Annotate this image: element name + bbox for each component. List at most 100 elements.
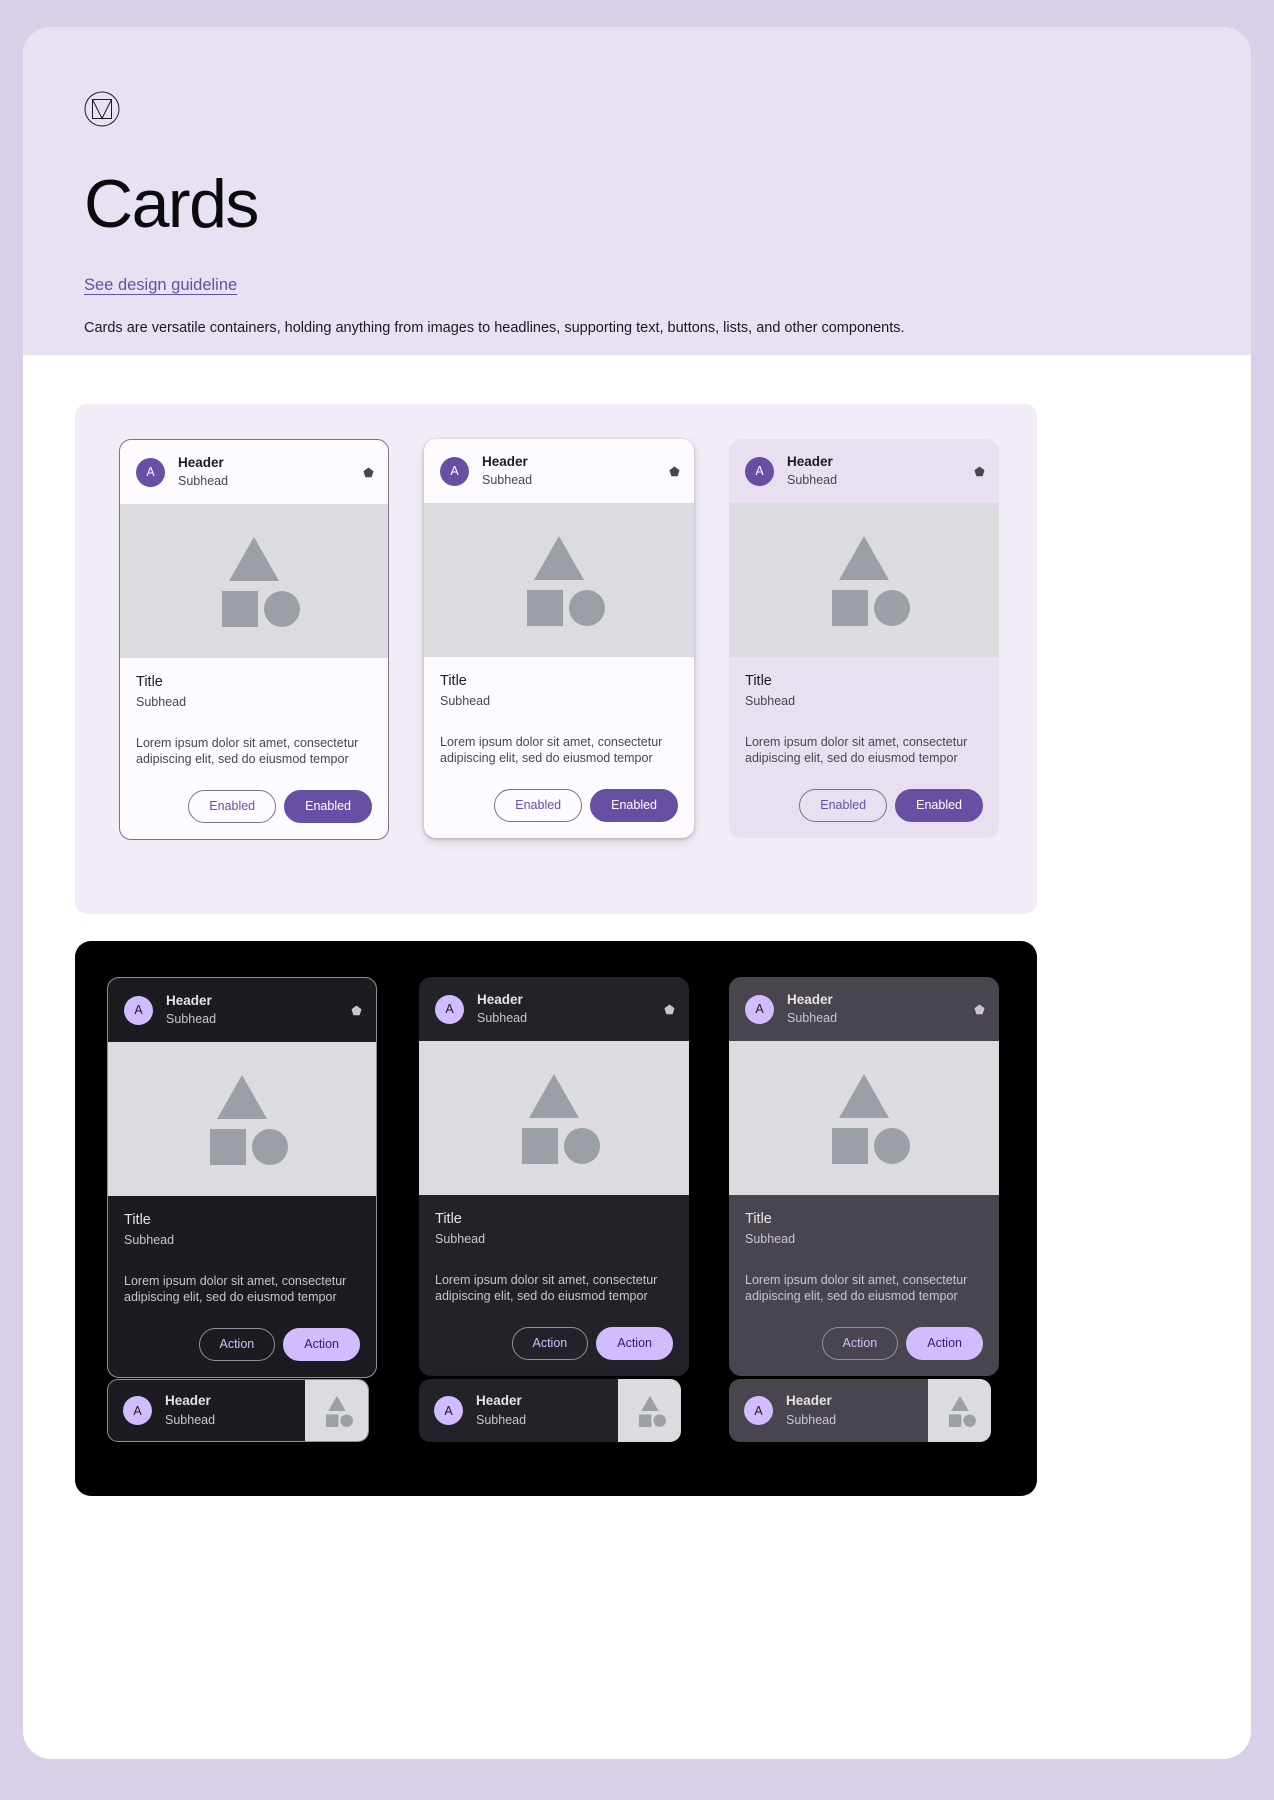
list-card-title: Header <box>165 1393 211 1409</box>
card-supporting-text: Lorem ipsum dolor sit amet, consectetur … <box>745 734 968 766</box>
card-actions: Action Action <box>419 1305 689 1376</box>
card-title: Title <box>124 1212 151 1229</box>
card-title: Title <box>136 674 163 691</box>
pentagon-icon[interactable] <box>669 466 680 477</box>
list-card-elevated-dark[interactable]: A Header Subhead <box>419 1379 681 1442</box>
card-actions: Action Action <box>729 1305 999 1376</box>
card-subhead: Subhead <box>435 1231 486 1246</box>
media-placeholder-icon <box>325 1395 353 1427</box>
card-outline-button[interactable]: Action <box>511 1326 589 1360</box>
card-media <box>120 504 388 659</box>
avatar: A <box>124 995 153 1025</box>
list-card-thumbnail <box>618 1379 681 1442</box>
avatar: A <box>440 456 469 486</box>
card-title: Title <box>440 673 467 690</box>
card-supporting-text: Lorem ipsum dolor sit amet, consectetur … <box>440 734 663 766</box>
avatar: A <box>136 457 165 487</box>
card-body: Title Subhead Lorem ipsum dolor sit amet… <box>419 1195 689 1304</box>
pentagon-icon[interactable] <box>974 1004 985 1015</box>
card-header: A Header Subhead <box>120 440 388 504</box>
card-outline-button[interactable]: Action <box>198 1327 276 1361</box>
card-outline-button[interactable]: Action <box>821 1326 899 1360</box>
card-actions: Action Action <box>108 1306 376 1377</box>
card-fill-button[interactable]: Enabled <box>895 788 983 822</box>
card-subhead: Subhead <box>136 694 187 709</box>
card-outlined-light[interactable]: A Header Subhead Title Subhead Lorem ips… <box>119 439 389 840</box>
media-placeholder-icon <box>832 1074 910 1165</box>
avatar: A <box>745 994 774 1024</box>
card-body: Title Subhead Lorem ipsum dolor sit amet… <box>120 658 388 767</box>
card-outline-button[interactable]: Enabled <box>494 788 583 822</box>
list-card-subhead: Subhead <box>476 1412 527 1427</box>
card-header-title: Header <box>178 455 224 470</box>
card-header: A Header Subhead <box>108 978 376 1042</box>
card-media <box>424 503 694 658</box>
card-media <box>419 1041 689 1196</box>
list-card-subhead: Subhead <box>165 1412 216 1427</box>
card-elevated-light[interactable]: A Header Subhead Title Subhead Lorem ips… <box>424 439 694 838</box>
media-placeholder-icon <box>527 536 605 627</box>
card-filled-dark[interactable]: A Header Subhead Title Subhead Lorem ips… <box>729 977 999 1376</box>
card-header-title: Header <box>482 454 528 469</box>
card-outlined-dark[interactable]: A Header Subhead Title Subhead Lorem ips… <box>107 977 377 1378</box>
media-placeholder-icon <box>638 1395 666 1427</box>
media-placeholder-icon <box>832 536 910 627</box>
list-card-filled-dark[interactable]: A Header Subhead <box>729 1379 991 1442</box>
avatar: A <box>435 994 464 1024</box>
pentagon-icon[interactable] <box>974 466 985 477</box>
card-subhead: Subhead <box>440 693 491 708</box>
card-header-title: Header <box>787 454 833 469</box>
card-actions: Enabled Enabled <box>424 767 694 838</box>
list-card-thumbnail <box>928 1379 991 1442</box>
card-actions: Enabled Enabled <box>729 767 999 838</box>
list-card-outlined-dark[interactable]: A Header Subhead <box>107 1379 369 1442</box>
card-elevated-dark[interactable]: A Header Subhead Title Subhead Lorem ips… <box>419 977 689 1376</box>
list-card-title: Header <box>476 1393 522 1409</box>
pentagon-icon[interactable] <box>664 1004 675 1015</box>
card-subhead: Subhead <box>745 1231 796 1246</box>
list-card-thumbnail <box>305 1380 368 1441</box>
card-body: Title Subhead Lorem ipsum dolor sit amet… <box>729 1195 999 1304</box>
card-outline-button[interactable]: Enabled <box>188 789 277 823</box>
card-outline-button[interactable]: Enabled <box>799 788 888 822</box>
card-header: A Header Subhead <box>729 977 999 1041</box>
avatar: A <box>434 1396 463 1425</box>
hero-section: Cards See design guideline Cards are ver… <box>23 27 1251 355</box>
pentagon-icon[interactable] <box>351 1005 362 1016</box>
card-supporting-text: Lorem ipsum dolor sit amet, consectetur … <box>435 1272 658 1304</box>
list-card-title: Header <box>786 1393 832 1409</box>
card-supporting-text: Lorem ipsum dolor sit amet, consectetur … <box>136 735 359 767</box>
card-filled-light[interactable]: A Header Subhead Title Subhead Lorem ips… <box>729 439 999 838</box>
card-fill-button[interactable]: Action <box>596 1326 673 1360</box>
list-card-subhead: Subhead <box>786 1412 837 1427</box>
avatar: A <box>123 1396 152 1425</box>
card-fill-button[interactable]: Action <box>283 1327 360 1361</box>
card-title: Title <box>745 673 772 690</box>
design-guideline-link[interactable]: See design guideline <box>84 276 237 295</box>
card-body: Title Subhead Lorem ipsum dolor sit amet… <box>729 657 999 766</box>
card-header: A Header Subhead <box>424 439 694 503</box>
card-media <box>108 1042 376 1197</box>
card-header: A Header Subhead <box>419 977 689 1041</box>
card-fill-button[interactable]: Enabled <box>590 788 678 822</box>
media-placeholder-icon <box>948 1395 976 1427</box>
card-subhead: Subhead <box>124 1232 175 1247</box>
media-placeholder-icon <box>522 1074 600 1165</box>
card-header: A Header Subhead <box>729 439 999 503</box>
card-fill-button[interactable]: Action <box>906 1326 983 1360</box>
card-title: Title <box>745 1211 772 1228</box>
card-supporting-text: Lorem ipsum dolor sit amet, consectetur … <box>745 1272 968 1304</box>
card-media <box>729 503 999 658</box>
card-header-subhead: Subhead <box>166 1012 217 1027</box>
avatar: A <box>744 1396 773 1425</box>
pentagon-icon[interactable] <box>363 467 374 478</box>
card-subhead: Subhead <box>745 693 796 708</box>
media-placeholder-icon <box>222 537 300 628</box>
card-header-title: Header <box>787 992 833 1007</box>
card-header-subhead: Subhead <box>787 473 838 488</box>
page-container: Cards See design guideline Cards are ver… <box>23 27 1251 1759</box>
card-header-title: Header <box>166 993 212 1008</box>
card-actions: Enabled Enabled <box>120 768 388 839</box>
card-fill-button[interactable]: Enabled <box>284 789 372 823</box>
card-media <box>729 1041 999 1196</box>
